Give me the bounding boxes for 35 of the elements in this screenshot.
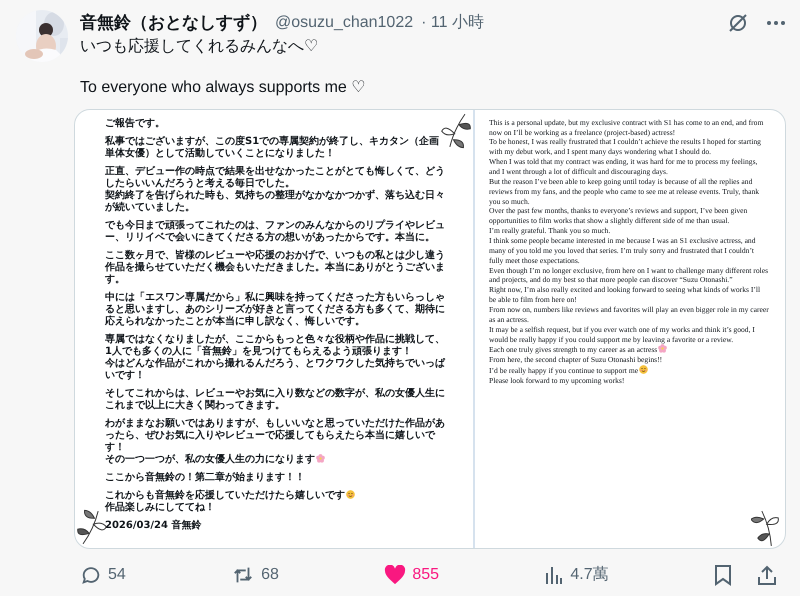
smile-icon bbox=[639, 365, 648, 374]
heart-icon bbox=[384, 564, 406, 585]
more-icon[interactable] bbox=[766, 20, 786, 26]
flower-icon bbox=[658, 344, 668, 354]
smile-icon bbox=[346, 490, 355, 499]
letter-text: 今はどんな作品がこれから撮れるんだろう、とワクワクした気持ちでいっぱいです！ bbox=[105, 358, 445, 381]
letter-text: 私事ではございますが、この度S1での専属契約が終了し、キカタン（企画単体女優）として活動していくことになりました！ bbox=[105, 136, 440, 159]
letter-image[interactable] bbox=[74, 108, 786, 549]
letter-text: 作品楽しみにしててね！ bbox=[105, 502, 215, 513]
bar-chart-icon bbox=[544, 564, 564, 585]
letter-text: ここから音無鈴の！第二章が始まります！！ bbox=[105, 472, 305, 483]
letter-text: 専属ではなくなりましたが、ここからもっと色々な役柄や作品に挑戦して、1人でも多くの人に「音無鈴」を見つけてもらえるよう頑張ります！ bbox=[105, 334, 445, 357]
repost-button[interactable]: 68 bbox=[231, 562, 279, 587]
letter-text: 2026/03/24 音無鈴 bbox=[105, 520, 202, 531]
letter-text: その一つ一つが、私の女優人生の力になります bbox=[105, 454, 315, 465]
post-text: いつも応援してくれるみんなへ♡ bbox=[80, 36, 320, 56]
reply-button[interactable]: 54 bbox=[80, 562, 126, 587]
post-time[interactable]: · 11 小時 bbox=[421, 10, 484, 35]
share-icon[interactable] bbox=[756, 564, 778, 586]
flower-icon bbox=[316, 454, 325, 463]
letter-text: ご報告です。 bbox=[105, 118, 165, 129]
post-text: To everyone who always supports me ♡ bbox=[80, 78, 367, 98]
letter-text: 契約終了を告げられた時も、気持ちの整理がなかなかつかず、落ち込む日々が続いていました。 bbox=[105, 190, 445, 213]
views-button[interactable]: 4.7萬 bbox=[544, 562, 609, 587]
letter-text: 中には「エスワン専属だから」私に興味を持ってくださった方もいらっしゃると思いますし、あのシリーズが好きと言ってくださる方も多くて、期待に応えられなかったことが本当に申し訳なく、悔しいです。 bbox=[105, 292, 445, 327]
bookmark-icon[interactable] bbox=[714, 564, 732, 586]
author-name[interactable]: 音無鈴（おとなしすず） bbox=[80, 10, 267, 36]
letter-text: そしてこれからは、レビューやお気に入り数などの数字が、私の女優人生にこれまで以上に大きく関わってきます。 bbox=[105, 388, 445, 411]
like-button[interactable]: 855 bbox=[384, 562, 440, 587]
letter-text: 正直、デビュー作の時点で結果を出せなかったことがとても悔しくて、どうしたらいいんだろうと考える毎日でした。 bbox=[105, 166, 445, 189]
letter-text: ここ数ヶ月で、皆様のレビューや応援のおかげで、いつもの私とは少し違う作品を撮らせていただく機会もいただきました。本当にありがとうございます。 bbox=[105, 250, 445, 285]
letter-text: でも今日まで頑張ってこれたのは、ファンのみんなからのリプライやレビュー、リリイベで会いにきてくださる方の想いがあったからです。本当に。 bbox=[105, 220, 445, 243]
author-handle[interactable]: @osuzu_chan1022 bbox=[275, 10, 414, 35]
letter-text: これからも音無鈴を応援していただけたら嬉しいです bbox=[105, 490, 345, 501]
letter-text: わがままなお願いではありますが、もしいいなと思っていただけた作品があったら、ぜひお気に入りやレビューで応援してもらえたら本当に嬉しいです！ bbox=[105, 418, 445, 453]
